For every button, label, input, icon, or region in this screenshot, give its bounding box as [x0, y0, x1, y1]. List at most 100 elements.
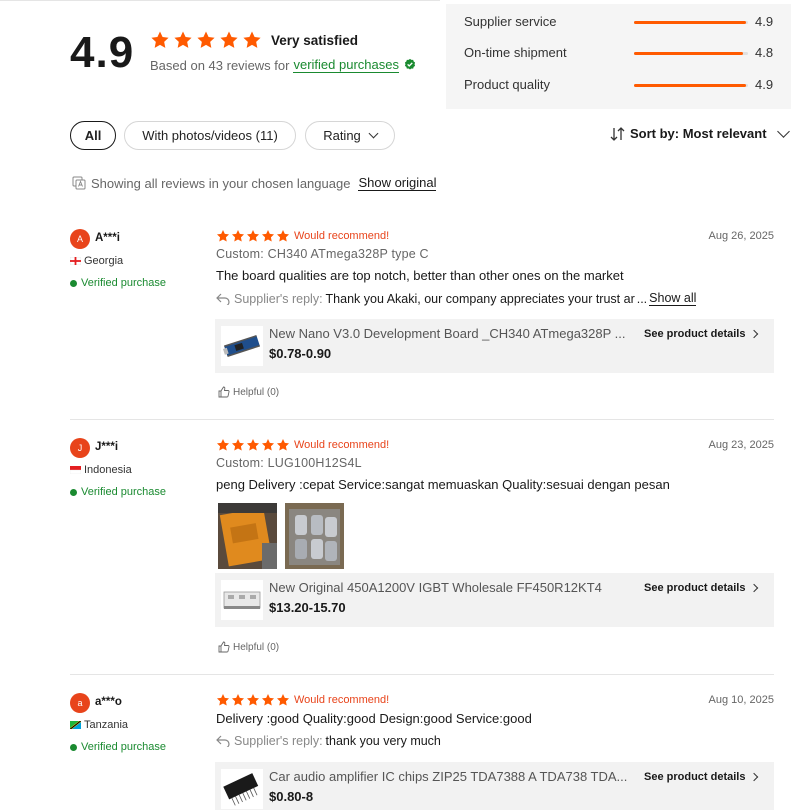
- reply-text: thank you very much: [325, 734, 441, 748]
- recommend-label: Would recommend!: [294, 230, 390, 242]
- check-icon: [70, 279, 77, 287]
- chevron-down-icon: [368, 128, 379, 139]
- review-divider: [70, 419, 774, 420]
- verified-purchase-label: Verified purchase: [81, 486, 166, 498]
- avatar: a: [70, 693, 90, 713]
- georgia-flag-icon: [70, 257, 81, 265]
- star-icon: [261, 229, 275, 243]
- language-notice-text: Showing all reviews in your chosen langu…: [91, 175, 351, 191]
- reviewer-name: J***i: [95, 441, 119, 453]
- product-title: Car audio amplifier IC chips ZIP25 TDA73…: [269, 769, 628, 784]
- star-icon: [231, 229, 245, 243]
- review-stars: [216, 693, 290, 707]
- star-icon: [219, 30, 239, 50]
- verified-badge-icon: [404, 58, 416, 70]
- filter-all-button[interactable]: All: [70, 121, 116, 150]
- star-icon: [231, 438, 245, 452]
- reply-text: Thank you Akaki, our company appreciates…: [325, 291, 635, 306]
- product-price: $0.78-0.90: [269, 346, 332, 361]
- reply-label: Supplier's reply:: [234, 291, 323, 306]
- chevron-right-icon: [750, 772, 759, 782]
- sort-icon: [610, 126, 625, 141]
- review-stars: [216, 229, 290, 243]
- reply-label: Supplier's reply:: [234, 734, 323, 748]
- verified-purchase-badge: Verified purchase: [70, 741, 166, 753]
- metric-value: 4.9: [755, 14, 774, 29]
- metric-name: On-time shipment: [464, 45, 567, 60]
- metric-bar-fill: [634, 52, 744, 55]
- metric-bar: [634, 52, 748, 55]
- filter-rating-dropdown[interactable]: Rating: [305, 121, 395, 150]
- metric-product-quality: Product quality 4.9: [464, 75, 784, 95]
- verified-purchase-label: Verified purchase: [81, 741, 166, 753]
- indonesia-flag-icon: [70, 466, 81, 474]
- verified-purchases-link[interactable]: verified purchases: [293, 57, 399, 73]
- supplier-reply: Supplier's reply: thank you very much: [216, 734, 441, 748]
- product-card[interactable]: New Original 450A1200V IGBT Wholesale FF…: [215, 573, 774, 627]
- metric-bar-fill: [634, 84, 746, 87]
- chevron-down-icon: [776, 124, 790, 138]
- metric-value: 4.9: [755, 77, 774, 92]
- review-variant: Custom: LUG100H12S4L: [216, 456, 362, 470]
- see-product-details-label: See product details: [644, 771, 746, 783]
- reply-icon: [216, 293, 230, 305]
- check-icon: [70, 488, 77, 496]
- product-card[interactable]: New Nano V3.0 Development Board _CH340 A…: [215, 319, 774, 373]
- see-product-details-link[interactable]: See product details: [644, 582, 759, 594]
- check-icon: [70, 743, 77, 751]
- star-icon: [173, 30, 193, 50]
- show-all-link[interactable]: Show all: [649, 291, 697, 306]
- star-icon: [246, 693, 260, 707]
- metric-supplier-service: Supplier service 4.9: [464, 12, 784, 32]
- product-card[interactable]: Car audio amplifier IC chips ZIP25 TDA73…: [215, 762, 774, 810]
- star-icon: [242, 30, 262, 50]
- reviews-count-text: Based on 43 reviews for: [150, 57, 290, 73]
- review-item: J J***i Indonesia Verified purchase Woul…: [70, 438, 774, 658]
- country-name: Indonesia: [84, 464, 132, 476]
- review-text: The board qualities are top notch, bette…: [216, 268, 624, 283]
- see-product-details-link[interactable]: See product details: [644, 771, 759, 783]
- metric-value: 4.8: [755, 45, 774, 60]
- reviewer-country: Indonesia: [70, 464, 132, 476]
- product-title: New Original 450A1200V IGBT Wholesale FF…: [269, 580, 602, 595]
- review-photo[interactable]: [218, 503, 277, 569]
- star-icon: [196, 30, 216, 50]
- overall-score: 4.9: [70, 28, 135, 77]
- thumbs-up-icon: [218, 641, 230, 653]
- translate-icon: [72, 176, 86, 190]
- metric-bar: [634, 84, 748, 87]
- metric-name: Supplier service: [464, 14, 557, 29]
- metric-name: Product quality: [464, 77, 550, 92]
- metric-bar: [634, 21, 748, 24]
- sort-dropdown[interactable]: Sort by: Most relevant: [610, 124, 790, 141]
- review-variant: Custom: CH340 ATmega328P type C: [216, 247, 429, 261]
- star-icon: [150, 30, 170, 50]
- tanzania-flag-icon: [70, 721, 81, 729]
- see-product-details-label: See product details: [644, 582, 746, 594]
- see-product-details-link[interactable]: See product details: [644, 328, 759, 340]
- sort-label: Sort by: Most relevant: [630, 126, 767, 141]
- review-date: Aug 23, 2025: [708, 439, 774, 451]
- review-item: a a***o Tanzania Verified purchase Would…: [70, 693, 774, 810]
- helpful-button[interactable]: Helpful (0): [218, 641, 279, 653]
- satisfaction-label: Very satisfied: [271, 33, 359, 48]
- review-photo[interactable]: [285, 503, 344, 569]
- reply-icon: [216, 735, 230, 747]
- chevron-right-icon: [750, 583, 759, 593]
- helpful-label: Helpful (0): [233, 641, 280, 653]
- star-icon: [246, 438, 260, 452]
- reviewer-country: Tanzania: [70, 719, 128, 731]
- product-title: New Nano V3.0 Development Board _CH340 A…: [269, 326, 626, 341]
- reviewer-country: Georgia: [70, 255, 123, 267]
- show-original-link[interactable]: Show original: [358, 175, 437, 191]
- language-notice: Showing all reviews in your chosen langu…: [72, 175, 437, 191]
- chevron-right-icon: [750, 329, 759, 339]
- star-icon: [216, 693, 230, 707]
- filter-photos-button[interactable]: With photos/videos (11): [124, 121, 296, 150]
- star-icon: [246, 229, 260, 243]
- overall-stars: [150, 30, 262, 50]
- review-divider: [70, 674, 774, 675]
- helpful-button[interactable]: Helpful (0): [218, 386, 279, 398]
- star-icon: [261, 693, 275, 707]
- metric-on-time-shipment: On-time shipment 4.8: [464, 43, 784, 63]
